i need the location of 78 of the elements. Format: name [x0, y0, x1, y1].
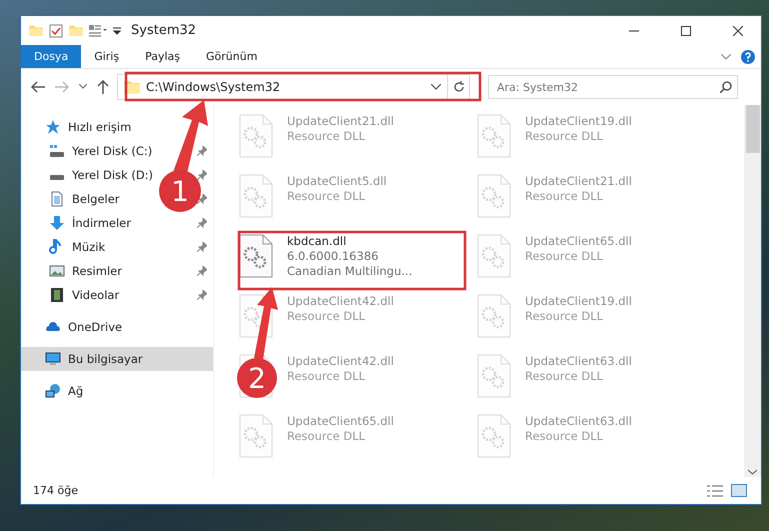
- pin-icon[interactable]: [197, 218, 207, 228]
- drive-icon: [49, 175, 65, 181]
- settings-file-icon: [239, 414, 273, 458]
- sidebar-item[interactable]: Videolar: [72, 288, 120, 302]
- search-icon: [720, 81, 732, 93]
- item-count: 174 öğe: [33, 484, 78, 497]
- sidebar-item[interactable]: Müzik: [72, 240, 106, 254]
- computer-icon: [45, 351, 61, 367]
- address-field[interactable]: C:\Windows\System32: [117, 74, 470, 100]
- file-detail: Resource DLL: [525, 249, 604, 264]
- sidebar-item[interactable]: Hızlı erişim: [68, 120, 132, 134]
- file-detail: Resource DLL: [287, 129, 366, 144]
- pin-icon[interactable]: [197, 242, 207, 252]
- close-icon: [733, 26, 743, 36]
- file-detail: Resource DLL: [287, 369, 366, 384]
- properties-icon[interactable]: [89, 24, 107, 36]
- film-icon: [49, 287, 65, 303]
- file-detail: Resource DLL: [525, 129, 604, 144]
- checklist-icon[interactable]: [49, 24, 63, 38]
- scrollbar-thumb[interactable]: [746, 105, 760, 153]
- pin-icon[interactable]: [197, 146, 207, 156]
- settings-file-icon: [239, 114, 273, 158]
- network-icon: [45, 383, 61, 399]
- ribbon-tab[interactable]: Dosya: [21, 45, 82, 68]
- picture-icon: [49, 263, 65, 279]
- file-detail: Resource DLL: [287, 309, 366, 324]
- sidebar-item[interactable]: Belgeler: [72, 192, 120, 206]
- drive-icon: [49, 143, 65, 159]
- scroll-down-icon[interactable]: [748, 469, 757, 475]
- refresh-icon: [452, 81, 464, 93]
- settings-file-icon: [477, 354, 511, 398]
- star-icon: [45, 119, 61, 135]
- search-field[interactable]: Ara: System32: [488, 75, 738, 99]
- pin-icon[interactable]: [197, 266, 207, 276]
- help-icon[interactable]: [741, 50, 755, 64]
- selected-sidebar-row[interactable]: Bu bilgisayar: [21, 347, 213, 371]
- download-arrow-icon: [49, 215, 65, 231]
- up-button[interactable]: [95, 78, 111, 96]
- sidebar-item[interactable]: Bu bilgisayar: [68, 352, 143, 366]
- file-name[interactable]: kbdcan.dll: [287, 234, 412, 249]
- file-detail: Resource DLL: [287, 429, 366, 444]
- settings-file-icon: [477, 114, 511, 158]
- ribbon-tab[interactable]: Paylaş: [132, 45, 193, 68]
- settings-file-icon: [477, 294, 511, 338]
- document-icon: [49, 191, 65, 207]
- sidebar-item[interactable]: İndirmeler: [72, 216, 131, 230]
- chevron-down-icon[interactable]: [431, 84, 441, 90]
- dropdown-icon[interactable]: [113, 26, 121, 34]
- back-button[interactable]: [29, 79, 47, 95]
- ribbon-tab[interactable]: Görünüm: [193, 45, 270, 68]
- file-detail: Resource DLL: [525, 309, 604, 324]
- file-detail: Resource DLL: [287, 189, 366, 204]
- settings-file-icon: [477, 234, 511, 278]
- file-detail: 6.0.6000.16386: [287, 249, 380, 264]
- settings-file-icon: [239, 234, 273, 278]
- settings-file-icon: [477, 174, 511, 218]
- pin-icon[interactable]: [197, 290, 207, 300]
- folder-icon: [69, 24, 83, 36]
- ribbon-tab[interactable]: Giriş: [81, 45, 132, 68]
- details-view-icon[interactable]: [707, 484, 723, 496]
- folder-icon: [29, 24, 43, 36]
- settings-file-icon: [477, 414, 511, 458]
- file-detail: Resource DLL: [525, 189, 604, 204]
- large-icons-view-icon[interactable]: [731, 484, 747, 497]
- pin-icon[interactable]: [197, 194, 207, 204]
- maximize-icon: [681, 26, 691, 36]
- window-title: System32: [131, 23, 196, 38]
- file-detail: Canadian Multilingu...: [287, 264, 412, 279]
- sidebar-item[interactable]: OneDrive: [68, 320, 122, 334]
- file-detail: Resource DLL: [525, 429, 604, 444]
- scrollbar[interactable]: [744, 105, 761, 477]
- sidebar-item[interactable]: Ağ: [68, 384, 84, 398]
- file-detail: Resource DLL: [525, 369, 604, 384]
- pin-icon[interactable]: [197, 170, 207, 180]
- settings-file-icon: [239, 174, 273, 218]
- sidebar-item[interactable]: Yerel Disk (C:): [72, 144, 152, 158]
- sidebar-item[interactable]: Resimler: [72, 264, 122, 278]
- sidebar-item[interactable]: Yerel Disk (D:): [72, 168, 154, 182]
